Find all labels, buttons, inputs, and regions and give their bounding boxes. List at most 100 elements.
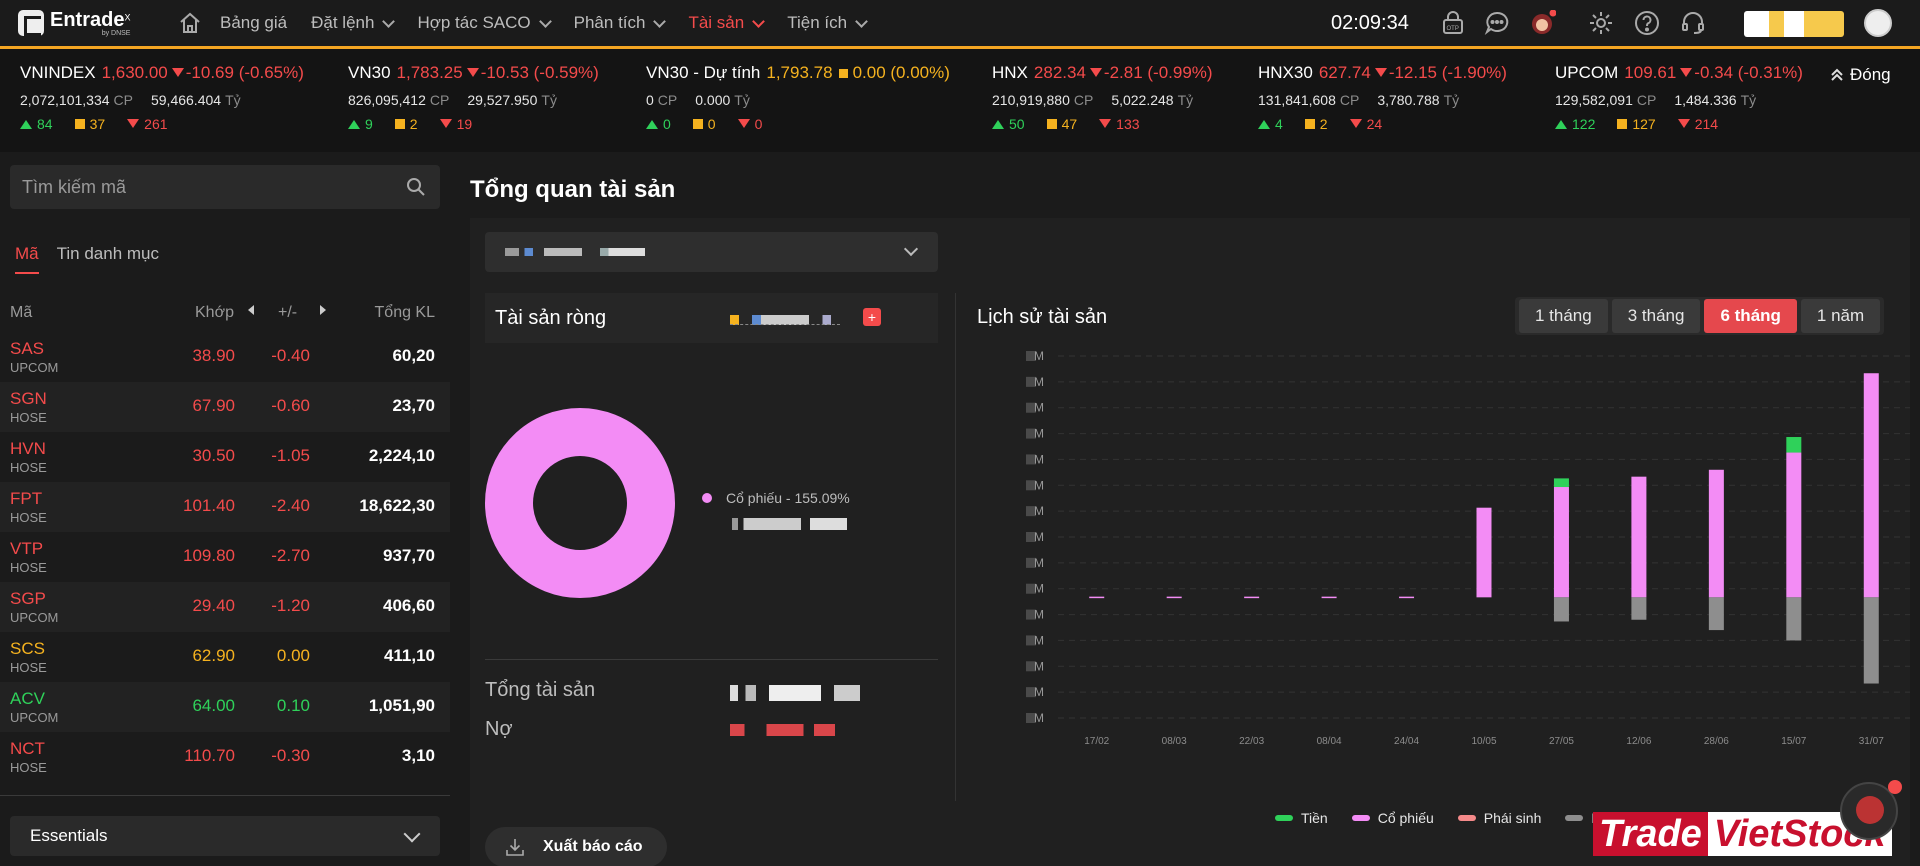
stock-volume: 1,051,90 [368, 696, 435, 715]
down-arrow-icon [171, 68, 184, 77]
index-volume-unit: CP [113, 92, 133, 108]
down-arrow-icon [127, 119, 140, 128]
bar-cổ-phiếu-9[interactable] [1786, 452, 1802, 598]
watchlist-row[interactable]: FPT HOSE 101.40 -2.40 18,622,30 [0, 482, 450, 532]
essentials-dropdown[interactable]: Essentials [10, 816, 440, 856]
flat-square-icon [1304, 119, 1315, 129]
account-select[interactable] [485, 232, 938, 272]
search-icon[interactable] [406, 177, 426, 197]
nav-item-5[interactable]: Tiện ích [787, 13, 868, 33]
settings-icon[interactable] [1588, 10, 1614, 36]
nav-item-2[interactable]: Hợp tác SACO [417, 13, 552, 33]
mascot-notification-icon[interactable] [1530, 10, 1556, 36]
index-line-2: 131,841,608 CP 3,780.788 Tỷ [1258, 92, 1507, 108]
watchlist-tabs: Mã Tin danh mục [15, 244, 177, 274]
x-tick-label: 24/04 [1394, 736, 1419, 747]
index-0[interactable]: VNINDEX 1,630.00 -10.69 (-0.65%) 2,072,101,… [20, 63, 304, 132]
watchlist-tab-1[interactable]: Tin danh mục [57, 244, 159, 274]
stock-code: ACV [10, 689, 45, 708]
headset-support-icon[interactable] [1680, 10, 1706, 36]
entrade-logo[interactable]: EntradeX by DNSE [18, 10, 148, 37]
watchlist-row[interactable]: ACV UPCOM 64.00 0.10 1,051,90 [0, 682, 450, 732]
legend-item-0[interactable]: Tiền [1275, 810, 1328, 826]
nav-item-1[interactable]: Đặt lệnh [311, 13, 396, 33]
watchlist-row[interactable]: NCT HOSE 110.70 -0.30 3,10 [0, 732, 450, 782]
collapse-ticker-button[interactable]: Đóng [1830, 65, 1891, 85]
bar-nợ-10[interactable] [1863, 597, 1879, 684]
flat-square-icon [692, 119, 703, 129]
y-tick-suffix: M [1034, 582, 1044, 596]
nav-item-0[interactable]: Bảng giá [220, 13, 287, 33]
help-icon[interactable] [1634, 10, 1660, 36]
assistant-mascot-button[interactable] [1840, 780, 1902, 840]
sort-right-icon[interactable] [320, 302, 326, 320]
y-tick-suffix: M [1034, 633, 1044, 647]
index-4[interactable]: HNX30 627.74 -12.15 (-1.90%) 131,841,608 CP 3… [1258, 63, 1507, 132]
flat-square-icon [74, 119, 85, 129]
bar-nợ-7[interactable] [1631, 597, 1647, 620]
main-menu: Bảng giá Đặt lệnh Hợp tác SACO Phân tích Tài… [220, 0, 890, 46]
index-1[interactable]: VN30 1,783.25 -10.53 (-0.59%) 826,095,412 CP… [348, 63, 599, 132]
watchlist-row[interactable]: SCS HOSE 62.90 0.00 411,10 [0, 632, 450, 682]
range-tab-1[interactable]: 3 tháng [1611, 299, 1701, 333]
watchlist-header: Mã Khớp +/- Tổng KL [0, 292, 450, 334]
export-report-button[interactable]: Xuất báo cáo [485, 827, 667, 866]
advancers-count: 9 [365, 116, 373, 132]
bar-tiền-9[interactable] [1786, 437, 1802, 453]
index-2[interactable]: VN30 - Dự tính 1,793.78 0.00 (0.00%) 0 CP 0.0… [646, 63, 950, 132]
stock-exchange: HOSE [10, 460, 47, 475]
legend-item-2[interactable]: Phái sinh [1457, 810, 1541, 826]
index-breadth: 4 2 24 [1258, 116, 1507, 132]
watchlist-row[interactable]: SGN HOSE 67.90 -0.60 23,70 [0, 382, 450, 432]
index-3[interactable]: HNX 282.34 -2.81 (-0.99%) 210,919,880 CP 5,02… [992, 63, 1213, 132]
nav-item-4[interactable]: Tài sản [688, 13, 766, 33]
chat-icon[interactable] [1484, 10, 1510, 36]
unchanged-count: 127 [1632, 116, 1656, 132]
expand-plus-icon[interactable]: + [863, 308, 881, 326]
bar-cổ-phiếu-3[interactable] [1321, 596, 1337, 599]
legend-item-1[interactable]: Cổ phiếu [1351, 810, 1434, 826]
account-blurred-button[interactable] [1744, 11, 1844, 37]
home-icon[interactable] [178, 11, 202, 35]
bar-cổ-phiếu-4[interactable] [1399, 596, 1415, 599]
bar-cổ-phiếu-10[interactable] [1863, 373, 1879, 598]
bar-cổ-phiếu-5[interactable] [1476, 507, 1492, 598]
y-tick-suffix: M [1034, 608, 1044, 622]
bar-cổ-phiếu-2[interactable] [1244, 596, 1260, 599]
stock-code: SGP [10, 589, 46, 608]
bar-nợ-8[interactable] [1708, 597, 1724, 631]
range-tab-3[interactable]: 1 năm [1800, 299, 1881, 333]
range-tab-0[interactable]: 1 tháng [1519, 299, 1608, 333]
bar-cổ-phiếu-1[interactable] [1166, 596, 1182, 599]
index-line-2: 2,072,101,334 CP 59,466.404 Tỷ [20, 92, 304, 108]
index-5[interactable]: UPCOM 109.61 -0.34 (-0.31%) 129,582,091 CP 1,… [1555, 63, 1803, 132]
bar-cổ-phiếu-8[interactable] [1708, 469, 1724, 598]
stock-exchange: HOSE [10, 410, 47, 425]
bar-nợ-6[interactable] [1553, 597, 1569, 622]
bar-cổ-phiếu-6[interactable] [1553, 487, 1569, 598]
symbol-search-input[interactable] [10, 165, 390, 209]
stock-code: SAS [10, 339, 45, 358]
sort-left-icon[interactable] [248, 302, 254, 320]
range-tab-2[interactable]: 6 tháng [1704, 299, 1797, 333]
otp-icon[interactable]: OTP [1440, 10, 1466, 36]
index-turnover: 1,484.336 [1674, 92, 1737, 108]
x-tick-label: 12/06 [1626, 736, 1651, 747]
header-price: Khớp [195, 304, 234, 321]
y-tick-suffix: M [1034, 659, 1044, 673]
up-arrow-icon [348, 120, 360, 129]
watchlist-row[interactable]: SGP UPCOM 29.40 -1.20 406,60 [0, 582, 450, 632]
watchlist-row[interactable]: VTP HOSE 109.80 -2.70 937,70 [0, 532, 450, 582]
watchlist-tab-0[interactable]: Mã [15, 244, 39, 274]
watchlist-row[interactable]: HVN HOSE 30.50 -1.05 2,224,10 [0, 432, 450, 482]
nav-item-3[interactable]: Phân tích [574, 13, 667, 33]
bar-nợ-9[interactable] [1786, 597, 1802, 641]
bar-tiền-6[interactable] [1553, 478, 1569, 488]
net-asset-value-blurred [730, 315, 840, 325]
user-avatar[interactable] [1864, 9, 1892, 37]
index-line-1: VN30 - Dự tính 1,793.78 0.00 (0.00%) [646, 63, 950, 83]
stock-price: 29.40 [192, 596, 235, 615]
bar-cổ-phiếu-7[interactable] [1631, 476, 1647, 598]
bar-cổ-phiếu-0[interactable] [1089, 596, 1105, 599]
watchlist-row[interactable]: SAS UPCOM 38.90 -0.40 60,20 [0, 332, 450, 382]
